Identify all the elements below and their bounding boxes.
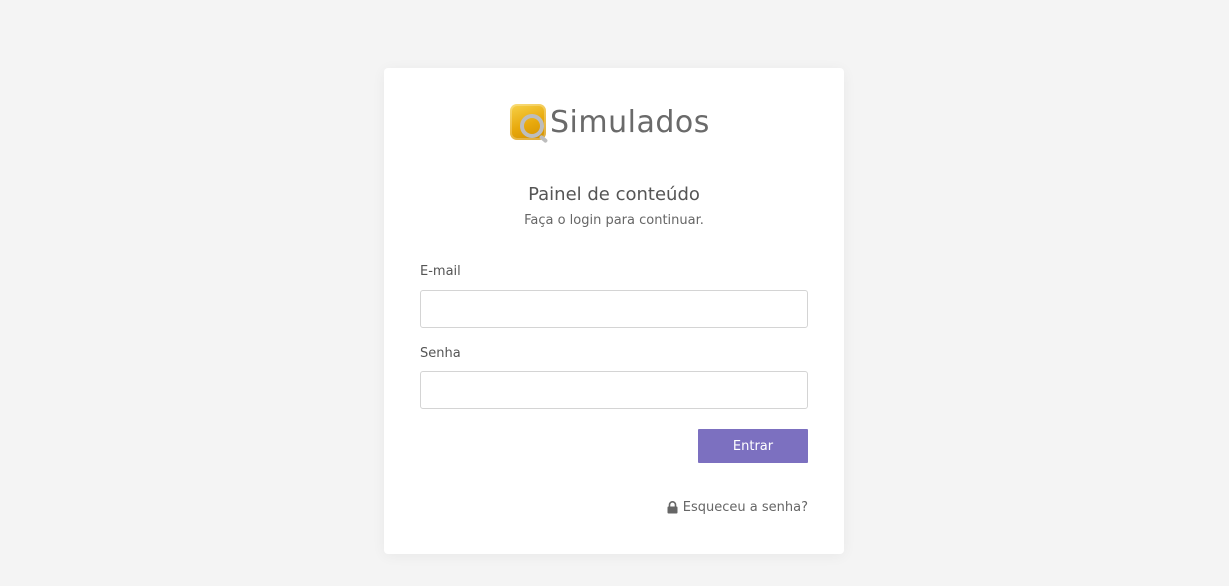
lock-icon: [667, 501, 678, 514]
password-label: Senha: [420, 346, 461, 361]
email-field[interactable]: [420, 290, 808, 328]
logo-text: Simulados: [550, 105, 710, 140]
page-title: Painel de conteúdo: [528, 184, 700, 205]
forgot-password-link[interactable]: Esqueceu a senha?: [667, 500, 808, 515]
q-logo-icon: [510, 103, 548, 143]
email-label: E-mail: [420, 264, 461, 279]
forgot-password-label: Esqueceu a senha?: [682, 500, 808, 515]
logo: Simulados: [510, 102, 710, 144]
login-button[interactable]: Entrar: [698, 429, 808, 463]
login-card: Simulados Painel de conteúdo Faça o logi…: [384, 68, 844, 554]
page-subtitle: Faça o login para continuar.: [524, 213, 704, 228]
password-field[interactable]: [420, 371, 808, 409]
